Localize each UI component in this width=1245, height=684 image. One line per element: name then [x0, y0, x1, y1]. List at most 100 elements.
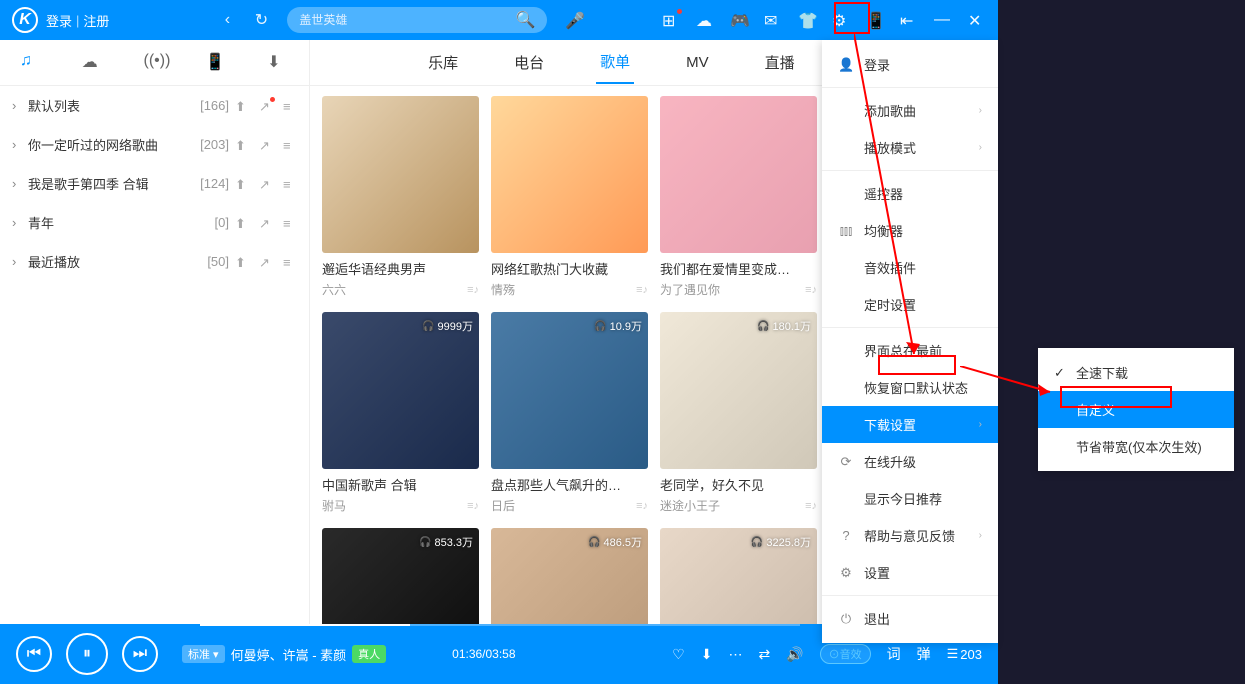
sm-full-speed[interactable]: ✓全速下载 [1038, 354, 1234, 391]
minimize-icon[interactable]: — [934, 11, 952, 29]
dd-remote[interactable]: 遥控器 [822, 175, 998, 212]
main-tab-3[interactable]: MV [682, 44, 713, 81]
playlist-card[interactable]: 10.9万 盘点那些人气飙升的… 日后≡♪ [491, 312, 648, 514]
playlist-item[interactable]: › 我是歌手第四季 合辑 [124] ⬆ ↗ ≡ [0, 164, 309, 203]
share-icon[interactable]: ↗ [259, 99, 273, 113]
queue-button[interactable]: ☰203 [947, 646, 982, 662]
playlist-card[interactable]: 180.1万 老同学，好久不见 迷途小王子≡♪ [660, 312, 817, 514]
dd-always-top[interactable]: 界面总在最前 [822, 332, 998, 369]
help-icon: ? [838, 528, 854, 543]
app-logo[interactable]: K [12, 7, 38, 33]
card-cover[interactable] [491, 96, 648, 253]
dd-add-song[interactable]: 添加歌曲› [822, 92, 998, 129]
menu-icon[interactable]: ≡ [283, 99, 297, 113]
playlist-card[interactable]: 邂逅华语经典男声 六六≡♪ [322, 96, 479, 298]
main-tab-4[interactable]: 直播 [761, 42, 799, 83]
mic-icon[interactable]: 🎤 [565, 11, 583, 29]
lyric-button[interactable]: 词 [887, 644, 901, 664]
dd-settings[interactable]: ⚙设置 [822, 554, 998, 591]
phone-icon[interactable]: 📱 [866, 11, 884, 29]
prev-button[interactable]: ⏮ [16, 636, 52, 672]
mail-icon[interactable]: ✉ [764, 11, 782, 29]
register-link[interactable]: 注册 [83, 11, 109, 30]
gear-icon: ⚙ [838, 565, 854, 581]
more-icon[interactable]: ⋯ [728, 646, 742, 663]
pin-icon[interactable]: ⬆ [235, 138, 249, 152]
dd-timer[interactable]: 定时设置 [822, 286, 998, 323]
playlist-item[interactable]: › 最近播放 [50] ⬆ ↗ ≡ [0, 242, 309, 281]
gear-icon[interactable]: ⚙ [832, 11, 850, 29]
close-icon[interactable]: ✕ [968, 11, 986, 29]
card-cover[interactable]: 180.1万 [660, 312, 817, 469]
pin-icon[interactable]: ⬆ [235, 99, 249, 113]
apps-icon[interactable]: ⊞ [662, 11, 680, 29]
download-icon[interactable]: ⬇ [701, 646, 713, 663]
volume-icon[interactable]: 🔊 [786, 646, 803, 663]
dd-help[interactable]: ?帮助与意见反馈› [822, 517, 998, 554]
search-box[interactable]: 🔍 [287, 7, 547, 33]
theme-icon[interactable]: 👕 [798, 11, 816, 29]
login-link[interactable]: 登录 [46, 11, 72, 30]
refresh-button[interactable]: ↻ [251, 10, 271, 30]
playlist-item[interactable]: › 你一定听过的网络歌曲 [203] ⬆ ↗ ≡ [0, 125, 309, 164]
download-tab-icon[interactable]: ⬇ [267, 52, 289, 74]
pin-icon[interactable]: ⬆ [235, 177, 249, 191]
back-button[interactable]: ‹ [217, 10, 237, 30]
dd-exit[interactable]: ⏻退出 [822, 600, 998, 637]
quality-badge[interactable]: 标准 ▾ [182, 645, 225, 663]
check-icon: ✓ [1054, 365, 1068, 381]
card-cover[interactable]: 10.9万 [491, 312, 648, 469]
repeat-icon[interactable]: ⇄ [758, 646, 770, 663]
dd-audio-plugin[interactable]: 音效插件 [822, 249, 998, 286]
card-cover[interactable] [322, 96, 479, 253]
phone-tab-icon[interactable]: 📱 [205, 52, 227, 74]
cloud-tab-icon[interactable]: ☁ [82, 52, 104, 74]
cloud-icon[interactable]: ☁ [696, 11, 714, 29]
play-count: 853.3万 [419, 534, 473, 550]
card-cover[interactable]: 9999万 [322, 312, 479, 469]
dd-equalizer[interactable]: ⫾⫾⫾均衡器 [822, 212, 998, 249]
playlist-card[interactable]: 9999万 中国新歌声 合辑 驸马≡♪ [322, 312, 479, 514]
sm-custom[interactable]: 自定义 [1038, 391, 1234, 428]
playlist-card[interactable]: 网络红歌热门大收藏 情殇≡♪ [491, 96, 648, 298]
main-tab-2[interactable]: 歌单 [596, 41, 634, 84]
like-icon[interactable]: ♡ [672, 646, 685, 663]
search-icon[interactable]: 🔍 [516, 10, 536, 30]
next-button[interactable]: ⏭ [122, 636, 158, 672]
playlist-item[interactable]: › 默认列表 [166] ⬆ ↗ ≡ [0, 86, 309, 125]
playlist-name: 默认列表 [28, 96, 194, 115]
menu-icon[interactable]: ≡ [283, 177, 297, 191]
menu-icon[interactable]: ≡ [283, 216, 297, 230]
search-input[interactable] [299, 13, 515, 27]
share-icon[interactable]: ↗ [259, 177, 273, 191]
menu-icon[interactable]: ≡ [283, 138, 297, 152]
game-icon[interactable]: 🎮 [730, 11, 748, 29]
menu-icon[interactable]: ≡ [283, 255, 297, 269]
pin-icon[interactable]: ⬆ [235, 216, 249, 230]
dd-online-upgrade[interactable]: ⟳在线升级 [822, 443, 998, 480]
sound-effect-button[interactable]: ⊙音效 [820, 644, 871, 664]
share-icon[interactable]: ↗ [259, 255, 273, 269]
dd-login[interactable]: 👤登录 [822, 46, 998, 83]
main-tab-1[interactable]: 电台 [510, 42, 548, 83]
mini-icon[interactable]: ⇤ [900, 11, 918, 29]
dd-restore-window[interactable]: 恢复窗口默认状态 [822, 369, 998, 406]
main-tab-0[interactable]: 乐库 [424, 42, 462, 83]
progress-bar[interactable] [200, 624, 800, 626]
music-tab-icon[interactable]: ♫ [20, 52, 42, 74]
pin-icon[interactable]: ⬆ [235, 255, 249, 269]
play-pause-button[interactable]: ⏸ [66, 633, 108, 675]
dd-today-rec[interactable]: 显示今日推荐 [822, 480, 998, 517]
danmu-button[interactable]: 弹 [917, 644, 931, 664]
playlist-card[interactable]: 我们都在爱情里变成… 为了遇见你≡♪ [660, 96, 817, 298]
radio-tab-icon[interactable]: ((•)) [143, 52, 165, 74]
track-title[interactable]: 何曼婷、许嵩 - 素颜 [231, 645, 347, 664]
dd-play-mode[interactable]: 播放模式› [822, 129, 998, 166]
share-icon[interactable]: ↗ [259, 216, 273, 230]
playlist-count: [124] [200, 176, 229, 191]
share-icon[interactable]: ↗ [259, 138, 273, 152]
sm-save-bandwidth[interactable]: 节省带宽(仅本次生效) [1038, 428, 1234, 465]
card-cover[interactable] [660, 96, 817, 253]
playlist-item[interactable]: › 青年 [0] ⬆ ↗ ≡ [0, 203, 309, 242]
dd-download-settings[interactable]: 下载设置› [822, 406, 998, 443]
